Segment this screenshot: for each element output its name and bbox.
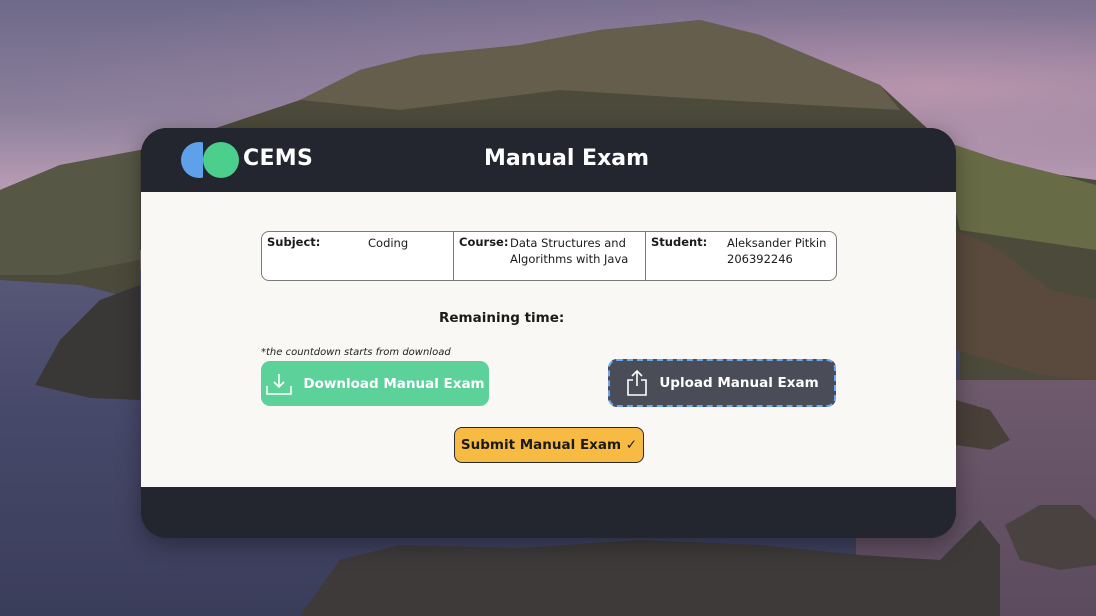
student-value: Aleksander Pitkin 206392246: [727, 236, 827, 266]
course-value: Data Structures and Algorithms with Java: [510, 236, 629, 266]
student-cell: Student: Aleksander Pitkin 206392246: [646, 232, 836, 280]
submit-manual-exam-button[interactable]: Submit Manual Exam ✓: [454, 427, 644, 463]
remaining-time-label: Remaining time:: [439, 310, 565, 326]
countdown-note: *the countdown starts from download: [261, 347, 451, 358]
upload-button-label: Upload Manual Exam: [659, 375, 819, 391]
course-cell: Course: Data Structures and Algorithms w…: [454, 232, 646, 280]
exam-window: CEMS Manual Exam Subject: Coding Course:…: [141, 128, 956, 538]
download-icon: [265, 371, 293, 397]
student-label: Student:: [651, 235, 708, 249]
page-title: Manual Exam: [483, 146, 650, 171]
download-manual-exam-button[interactable]: Download Manual Exam: [261, 361, 489, 406]
desktop-background: CEMS Manual Exam Subject: Coding Course:…: [0, 0, 1096, 616]
window-footer: [141, 487, 956, 538]
upload-manual-exam-button[interactable]: Upload Manual Exam: [608, 359, 836, 407]
upload-icon: [625, 369, 649, 397]
subject-value: Coding: [368, 236, 409, 250]
submit-button-label: Submit Manual Exam ✓: [460, 437, 638, 453]
exam-content: Subject: Coding Course: Data Structures …: [141, 192, 956, 487]
window-header: CEMS Manual Exam: [141, 128, 956, 192]
subject-label: Subject:: [267, 235, 321, 249]
download-button-label: Download Manual Exam: [303, 375, 485, 392]
exam-info-table: Subject: Coding Course: Data Structures …: [261, 231, 837, 281]
course-label: Course:: [459, 235, 509, 249]
subject-cell: Subject: Coding: [262, 232, 454, 280]
